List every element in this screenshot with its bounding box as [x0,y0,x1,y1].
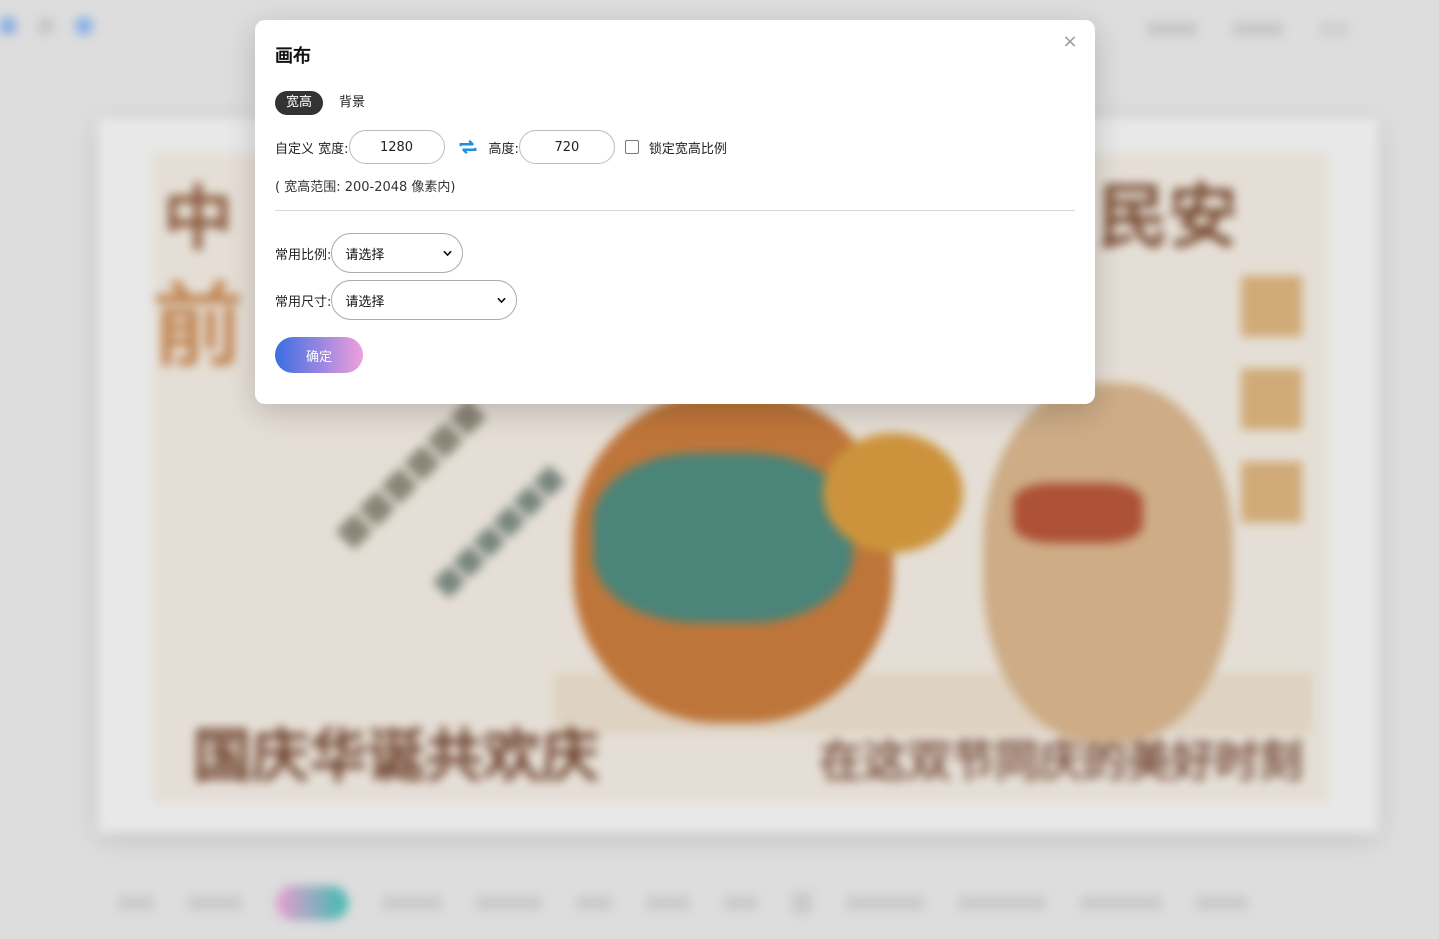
confirm-button[interactable]: 确定 [275,337,363,373]
common-ratio-row: 常用比例: 请选择 [275,233,464,273]
common-size-value: 请选择 [345,294,385,310]
swap-icon[interactable] [457,136,479,158]
lock-ratio-checkbox[interactable] [624,140,639,154]
lock-ratio-label: 锁定宽高比例 [648,141,727,157]
common-size-select[interactable]: 请选择 [331,280,518,320]
canvas-dialog: 画布 × 宽高 背景 自定义 宽度: 高度: 锁定宽高比例 ( 宽高范围: 20… [255,20,1095,404]
size-range-note: ( 宽高范围: 200-2048 像素内) [275,180,456,195]
width-label: 自定义 宽度: [275,141,349,157]
height-label: 高度: [488,141,519,157]
tab-background[interactable]: 背景 [337,91,367,115]
height-input[interactable] [518,130,615,164]
divider [275,210,1075,211]
dialog-title: 画布 [275,46,311,67]
common-size-label: 常用尺寸: [275,294,332,310]
close-icon[interactable]: × [1062,33,1078,51]
common-ratio-label: 常用比例: [275,247,332,263]
size-row: 自定义 宽度: 高度: 锁定宽高比例 [275,130,727,164]
width-input[interactable] [348,130,445,164]
chevron-down-icon [443,250,452,256]
tab-size[interactable]: 宽高 [275,91,324,115]
chevron-down-icon [497,297,506,303]
common-size-row: 常用尺寸: 请选择 [275,280,518,320]
dialog-tabs: 宽高 背景 [275,91,367,115]
common-ratio-value: 请选择 [345,247,385,263]
common-ratio-select[interactable]: 请选择 [331,233,464,273]
